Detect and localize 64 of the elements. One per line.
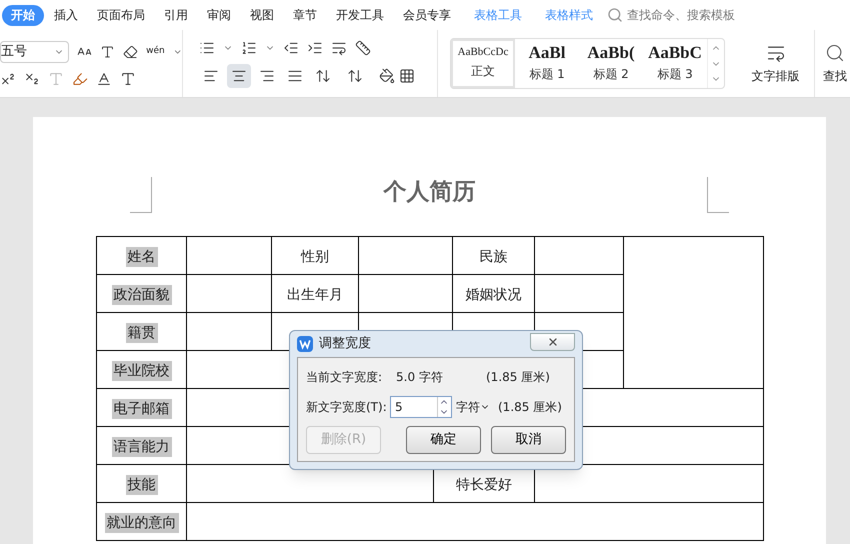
style-label: 标题 1 [529,66,565,83]
menu-tab[interactable]: 视图 [241,4,283,26]
label-cell: 婚姻状况 [464,284,524,304]
style-label: 正文 [471,63,495,80]
text-layout-button[interactable]: 文字排版 [752,66,800,84]
eraser-icon[interactable] [123,44,138,60]
current-width-cm: (1.85 厘米) [486,369,550,386]
app-logo-icon [297,336,313,352]
font-size-field[interactable]: 五号 [0,40,70,62]
label-cell: 就业的意向 [104,512,178,532]
style-preview: AaBbC [648,44,702,61]
style-item[interactable]: AaBl 标题 1 [515,39,579,88]
corner-mark-icon [707,177,729,213]
distribute-icon [315,68,331,84]
close-icon [546,336,558,348]
pinyin-label[interactable]: wén [146,47,165,56]
search-icon [607,7,623,23]
menu-tab[interactable]: 会员专享 [394,4,460,26]
dialog-button[interactable]: 确定 [406,426,481,454]
menu-tab[interactable]: 章节 [284,4,326,26]
font-color-icon[interactable] [96,70,112,86]
menu-tab[interactable]: 引用 [155,4,197,26]
search-field[interactable]: 查找命令、搜索模板 [607,6,745,24]
menu-tab[interactable]: 页面布局 [88,4,154,26]
borders-icon[interactable] [399,68,415,84]
alignment-button[interactable] [227,64,251,88]
style-preview: AaBbCcDc [458,47,508,58]
highlighter-icon[interactable] [72,70,88,86]
shading-icon[interactable] [379,68,395,84]
label-cell: 毕业院校 [112,360,172,380]
menu-tab[interactable]: 插入 [45,4,87,26]
width-field[interactable]: 5 [390,396,452,418]
menu-tab[interactable]: 审阅 [198,4,240,26]
menu-tab[interactable]: 开发工具 [327,4,393,26]
unit-dropdown[interactable]: 字符 [456,398,490,416]
style-preview: AaBl [528,44,566,61]
document-title: 个人简历 [384,178,476,207]
style-preview: AaBb( [587,44,635,61]
style-item[interactable]: AaBbC 标题 3 [643,39,707,88]
ruler-icon[interactable] [355,40,371,56]
style-item[interactable]: AaBb( 标题 2 [579,39,643,88]
label-cell: 政治面貌 [112,284,172,304]
label-cell: 语言能力 [112,436,172,456]
label-cell: 技能 [126,474,158,494]
corner-mark-icon [130,177,152,213]
find-button[interactable]: 查找 [823,66,847,84]
style-label: 标题 2 [593,66,629,83]
line-spacing-icon[interactable] [347,68,363,84]
style-item[interactable]: AaBbCcDc 正文 [451,39,515,88]
new-width-label: 新文字宽度(T): [306,399,388,416]
style-label: 标题 3 [657,66,693,83]
label-cell: 姓名 [126,246,158,266]
numbered-list-icon[interactable] [241,40,257,56]
dialog-button[interactable]: 取消 [491,426,566,454]
find-icon[interactable] [825,42,845,62]
label-cell: 电子邮箱 [112,398,172,418]
current-width-value: 5.0 字符 [396,369,444,386]
close-button[interactable] [530,333,575,351]
label-cell: 籍贯 [126,322,158,342]
label-cell: 特长爱好 [454,474,514,494]
dialog-title: 调整宽度 [319,335,371,354]
current-width-label: 当前文字宽度: [306,369,384,386]
label-cell: 民族 [478,246,510,266]
new-width-cm: (1.85 厘米) [498,399,562,416]
